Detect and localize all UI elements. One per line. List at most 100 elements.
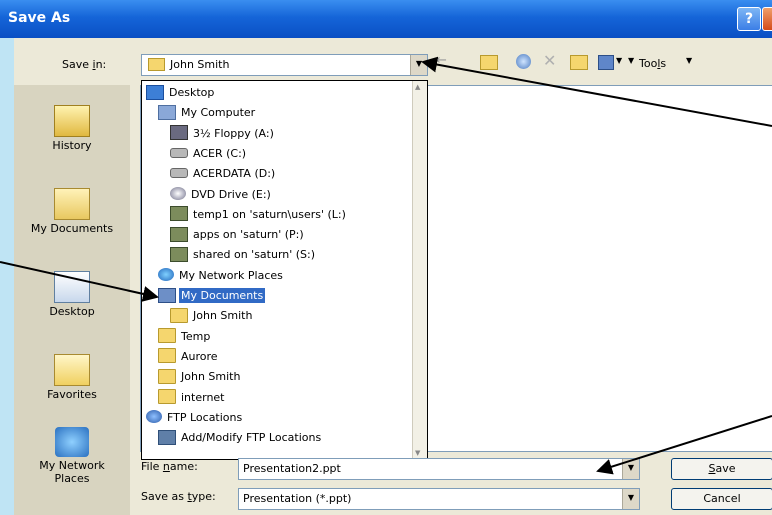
place-label: My Network	[39, 459, 105, 472]
dropdown-item[interactable]: ACER (C:)	[170, 145, 248, 162]
dropdown-item[interactable]: 3½ Floppy (A:)	[170, 125, 276, 142]
save-type-select[interactable]: Presentation (*.ppt) ▼	[238, 488, 640, 510]
dropdown-item[interactable]: My Network Places	[158, 267, 285, 284]
cancel-button[interactable]: Cancel	[671, 488, 772, 510]
dropdown-item-label: John Smith	[181, 370, 241, 384]
dropdown-item-label: FTP Locations	[167, 410, 243, 424]
title-bar: Save As ?	[0, 0, 772, 38]
dropdown-item[interactable]: Aurore	[158, 348, 220, 365]
folder-icon	[170, 307, 188, 323]
folder-icon	[158, 368, 176, 384]
place-favorites[interactable]: Favorites	[14, 354, 130, 401]
tools-dropdown-icon[interactable]: ▼	[628, 56, 634, 74]
place-network[interactable]: My Network Places	[14, 427, 130, 485]
drive-icon	[170, 168, 188, 179]
dropdown-item-label: Add/Modify FTP Locations	[181, 431, 322, 445]
network-drive-icon	[170, 246, 188, 262]
scroll-down-icon[interactable]: ▼	[415, 449, 420, 457]
dropdown-item[interactable]: Temp	[158, 328, 212, 345]
dropdown-item-label: My Computer	[181, 106, 256, 120]
dropdown-item[interactable]: shared on 'saturn' (S:)	[170, 246, 317, 263]
dropdown-item[interactable]: internet	[158, 389, 227, 406]
save-in-value: John Smith	[170, 58, 230, 71]
dropdown-item-label: internet	[181, 390, 225, 404]
help-icon: ?	[744, 11, 754, 27]
dropdown-item[interactable]: Add/Modify FTP Locations	[158, 429, 323, 446]
drive-icon	[170, 147, 188, 158]
floppy-icon	[170, 125, 188, 141]
chevron-down-icon[interactable]: ▼	[622, 459, 639, 479]
tools-chevron-icon[interactable]: ▼	[686, 56, 692, 74]
views-icon[interactable]	[598, 55, 614, 70]
dropdown-item[interactable]: apps on 'saturn' (P:)	[170, 226, 306, 243]
dvd-icon	[170, 187, 186, 200]
my-documents-icon	[54, 188, 90, 220]
dropdown-item[interactable]: temp1 on 'saturn\users' (L:)	[170, 206, 348, 223]
dropdown-item-label: My Documents	[179, 288, 266, 303]
place-label: Favorites	[47, 388, 97, 401]
folder-icon	[148, 58, 165, 71]
dropdown-item-label: apps on 'saturn' (P:)	[193, 228, 304, 242]
file-name-value: Presentation2.ppt	[243, 462, 341, 475]
file-name-field[interactable]: Presentation2.ppt ▼	[238, 458, 640, 480]
help-button[interactable]: ?	[737, 7, 761, 31]
scrollbar[interactable]: ▲ ▼	[412, 81, 427, 459]
close-button[interactable]	[762, 7, 772, 31]
favorites-icon	[54, 354, 90, 386]
new-folder-icon[interactable]	[570, 55, 588, 70]
views-dropdown-icon[interactable]: ▼	[616, 56, 622, 74]
dropdown-item[interactable]: FTP Locations	[146, 409, 244, 426]
dropdown-item[interactable]: John Smith	[158, 368, 242, 385]
save-in-dropdown[interactable]: Desktop My Computer 3½ Floppy (A:) ACER (C:…	[141, 80, 428, 460]
network-places-icon	[55, 427, 89, 457]
place-history[interactable]: History	[14, 105, 130, 152]
network-places-icon	[158, 268, 174, 282]
network-drive-icon	[170, 206, 188, 222]
place-label: Places	[54, 472, 90, 485]
place-label: History	[52, 139, 92, 152]
up-folder-icon[interactable]	[480, 55, 498, 70]
place-desktop[interactable]: Desktop	[14, 271, 130, 318]
tools-menu[interactable]: Tools	[639, 57, 666, 70]
computer-icon	[158, 104, 176, 120]
folder-icon	[158, 348, 176, 364]
dropdown-item[interactable]: DVD Drive (E:)	[170, 186, 273, 203]
desktop-icon	[146, 84, 164, 100]
save-in-label: Save in:	[62, 58, 107, 71]
chevron-down-icon[interactable]: ▼	[410, 55, 427, 75]
ftp-icon	[146, 410, 162, 424]
dropdown-item-label: Temp	[181, 329, 211, 343]
window-title: Save As	[8, 10, 71, 26]
dropdown-item-label: DVD Drive (E:)	[191, 187, 271, 201]
folder-icon	[158, 328, 176, 344]
save-button[interactable]: Save	[671, 458, 772, 480]
folder-icon	[158, 389, 176, 404]
dropdown-item-label: Desktop	[169, 86, 215, 99]
history-icon	[54, 105, 90, 137]
dropdown-item-label: 3½ Floppy (A:)	[193, 126, 274, 140]
ftp-add-icon	[158, 429, 176, 445]
desktop-icon	[54, 271, 90, 303]
dropdown-item-label: shared on 'saturn' (S:)	[193, 248, 316, 262]
network-drive-icon	[170, 226, 188, 242]
dropdown-item-label: John Smith	[193, 309, 253, 323]
dropdown-item[interactable]: John Smith	[170, 307, 254, 324]
delete-icon[interactable]: ✕	[543, 51, 556, 70]
search-web-icon[interactable]	[516, 54, 531, 69]
back-icon[interactable]: ←	[436, 53, 447, 71]
dropdown-item[interactable]: My Documents	[158, 287, 266, 304]
scroll-up-icon[interactable]: ▲	[415, 83, 420, 91]
save-in-combo[interactable]: John Smith ▼	[141, 54, 428, 76]
dropdown-item[interactable]: Desktop	[146, 84, 216, 101]
dropdown-item-label: Aurore	[181, 349, 218, 363]
dropdown-item-label: ACERDATA (D:)	[193, 167, 276, 181]
dropdown-item[interactable]: ACERDATA (D:)	[170, 165, 277, 182]
place-my-documents[interactable]: My Documents	[14, 188, 130, 235]
chevron-down-icon[interactable]: ▼	[622, 489, 639, 509]
place-label: Desktop	[49, 305, 95, 318]
save-type-label: Save as type:	[141, 490, 216, 503]
my-documents-icon	[158, 287, 176, 303]
place-label: My Documents	[30, 222, 114, 235]
dropdown-item[interactable]: My Computer	[158, 104, 257, 121]
save-type-value: Presentation (*.ppt)	[243, 492, 352, 505]
